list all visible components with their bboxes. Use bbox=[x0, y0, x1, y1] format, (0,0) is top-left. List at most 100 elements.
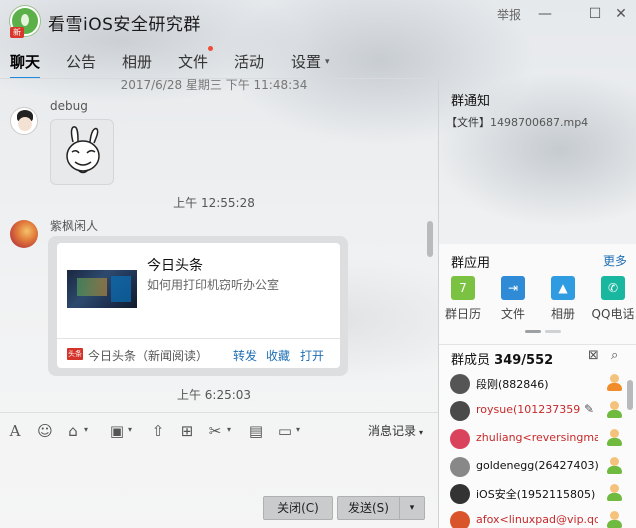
chevron-down-icon: ▾ bbox=[419, 428, 424, 437]
admin-role-icon bbox=[606, 511, 622, 528]
members-title: 群成员 349/552 bbox=[451, 349, 553, 368]
sender-name: 紫枫闲人 bbox=[50, 219, 99, 233]
emoji-icon[interactable]: ☺ bbox=[36, 422, 54, 440]
tab-album[interactable]: 相册 bbox=[122, 51, 152, 77]
card-title[interactable]: 今日头条 bbox=[147, 255, 203, 275]
pager-dot[interactable] bbox=[545, 330, 561, 333]
tab-files[interactable]: 文件 bbox=[178, 51, 208, 77]
member-name: zhuliang<reversingman@163.com> bbox=[476, 431, 598, 444]
member-item[interactable]: afox<linuxpad@vip.qq.com> bbox=[446, 509, 626, 528]
member-name: roysue(1012373590) bbox=[476, 403, 580, 416]
search-icon[interactable]: ⌕ bbox=[611, 348, 618, 363]
calendar-icon[interactable]: 7 bbox=[451, 276, 475, 300]
gift-box-icon[interactable]: ⊞ bbox=[178, 422, 196, 440]
owner-role-icon bbox=[606, 374, 622, 392]
logo-badge: 新 bbox=[10, 27, 24, 38]
app-label-phone[interactable]: QQ电话 bbox=[583, 305, 636, 322]
phone-icon[interactable]: ✆ bbox=[601, 276, 625, 300]
card-source: 今日头条（新闻阅读） bbox=[88, 349, 209, 363]
members-label: 群成员 bbox=[451, 353, 491, 368]
chevron-down-icon[interactable]: ▾ bbox=[227, 425, 231, 434]
chevron-down-icon: ▾ bbox=[325, 57, 330, 67]
tab-activity[interactable]: 活动 bbox=[234, 51, 264, 77]
package-icon[interactable]: ▤ bbox=[247, 422, 265, 440]
member-manage-icon[interactable]: ⊠ bbox=[588, 348, 599, 363]
member-item[interactable]: goldenegg(26427403) bbox=[446, 455, 626, 479]
open-link[interactable]: 打开 bbox=[300, 347, 324, 364]
file-icon[interactable]: ⇥ bbox=[501, 276, 525, 300]
member-item[interactable]: roysue(1012373590) bbox=[446, 399, 626, 423]
member-item[interactable]: 段刚(882846) bbox=[446, 372, 626, 396]
tab-settings[interactable]: 设置 ▾ bbox=[291, 51, 330, 77]
photo-icon[interactable]: ▲ bbox=[551, 276, 575, 300]
notice-filename: 1498700687.mp4 bbox=[490, 116, 589, 129]
timestamp: 2017/6/28 星期三 下午 11:48:34 bbox=[120, 79, 308, 92]
forward-link[interactable]: 转发 bbox=[233, 347, 257, 364]
input-toolbar: A ☺ ⌂ ▾ ▣ ▾ ⇧ ⊞ ✂ ▾ ▤ ▭ ▾ 消息记录 ▾ bbox=[0, 412, 438, 446]
chat-area[interactable]: 2017/6/28 星期三 下午 11:48:34 debug 上午 12:55… bbox=[0, 79, 438, 409]
card-thumbnail[interactable] bbox=[67, 270, 137, 308]
chevron-down-icon[interactable]: ▾ bbox=[84, 425, 88, 434]
card-divider bbox=[57, 338, 340, 339]
avatar bbox=[450, 429, 470, 449]
files-new-dot bbox=[208, 46, 213, 51]
message-history-label: 消息记录 bbox=[368, 424, 417, 438]
tab-settings-label: 设置 bbox=[291, 53, 322, 71]
maximize-icon[interactable]: ☐ bbox=[584, 4, 606, 24]
pager-dot[interactable] bbox=[525, 330, 541, 333]
admin-role-icon bbox=[606, 457, 622, 475]
avatar[interactable] bbox=[10, 107, 38, 135]
apps-title: 群应用 bbox=[451, 256, 491, 271]
avatar bbox=[450, 401, 470, 421]
avatar bbox=[450, 457, 470, 477]
report-link[interactable]: 举报 bbox=[497, 6, 521, 23]
member-item[interactable]: zhuliang<reversingman@163.com> bbox=[446, 427, 626, 451]
members-scrollbar[interactable] bbox=[627, 380, 633, 410]
close-icon[interactable]: ✕ bbox=[610, 4, 632, 24]
message-history-button[interactable]: 消息记录 ▾ bbox=[368, 422, 423, 439]
members-count: 349/552 bbox=[494, 353, 554, 368]
avatar[interactable] bbox=[10, 220, 38, 248]
apps-more-link[interactable]: 更多 bbox=[603, 252, 627, 269]
admin-role-icon bbox=[606, 429, 622, 447]
send-options-button[interactable]: ▾ bbox=[399, 496, 425, 520]
group-logo: 新 bbox=[10, 6, 40, 38]
scissors-icon[interactable]: ✂ bbox=[206, 422, 224, 440]
member-item[interactable]: iOS安全(1952115805) bbox=[446, 482, 626, 506]
minimize-icon[interactable]: — bbox=[534, 4, 556, 24]
member-name: 段刚(882846) bbox=[476, 378, 549, 391]
tab-announcement[interactable]: 公告 bbox=[66, 51, 96, 77]
news-card[interactable]: 今日头条 如何用打印机窃听办公室 头条 今日头条（新闻阅读） 转发 收藏 打开 bbox=[57, 243, 340, 368]
member-name: iOS安全(1952115805) bbox=[476, 488, 596, 501]
upload-icon[interactable]: ⇧ bbox=[149, 422, 167, 440]
admin-role-icon bbox=[606, 401, 622, 419]
toutiao-icon: 头条 bbox=[67, 348, 83, 360]
chevron-down-icon[interactable]: ▾ bbox=[128, 425, 132, 434]
tab-bar: 聊天 公告 相册 文件 活动 设置 ▾ bbox=[0, 44, 440, 79]
image-icon[interactable]: ▣ bbox=[108, 422, 126, 440]
chat-bubble-icon[interactable]: ▭ bbox=[276, 422, 294, 440]
close-button[interactable]: 关闭(C) bbox=[263, 496, 333, 520]
sender-name: debug bbox=[50, 99, 88, 113]
avatar bbox=[450, 484, 470, 504]
rabbit-sticker-icon bbox=[66, 126, 100, 174]
group-title: 看雪iOS安全研究群 bbox=[48, 15, 201, 35]
chevron-down-icon[interactable]: ▾ bbox=[296, 425, 300, 434]
font-icon[interactable]: A bbox=[6, 422, 24, 440]
card-description[interactable]: 如何用打印机窃听办公室 bbox=[147, 276, 279, 293]
admin-role-icon bbox=[606, 484, 622, 502]
sticker-message[interactable] bbox=[50, 119, 114, 185]
chat-scrollbar[interactable] bbox=[427, 221, 433, 257]
edit-icon[interactable]: ✎ bbox=[584, 402, 594, 416]
gift-icon[interactable]: ⌂ bbox=[64, 422, 82, 440]
send-button[interactable]: 发送(S) bbox=[337, 496, 399, 520]
title-bar: 新 看雪iOS安全研究群 举报 — ☐ ✕ bbox=[0, 0, 636, 44]
favorite-link[interactable]: 收藏 bbox=[266, 347, 290, 364]
timestamp: 上午 12:55:28 bbox=[173, 196, 255, 210]
member-name: afox<linuxpad@vip.qq.com> bbox=[476, 513, 598, 526]
avatar bbox=[450, 511, 470, 528]
member-name: goldenegg(26427403) bbox=[476, 459, 598, 472]
timestamp: 上午 6:25:03 bbox=[176, 388, 252, 402]
notice-item[interactable]: 【文件】1498700687.mp4 bbox=[446, 114, 588, 130]
tab-chat[interactable]: 聊天 bbox=[10, 51, 41, 79]
